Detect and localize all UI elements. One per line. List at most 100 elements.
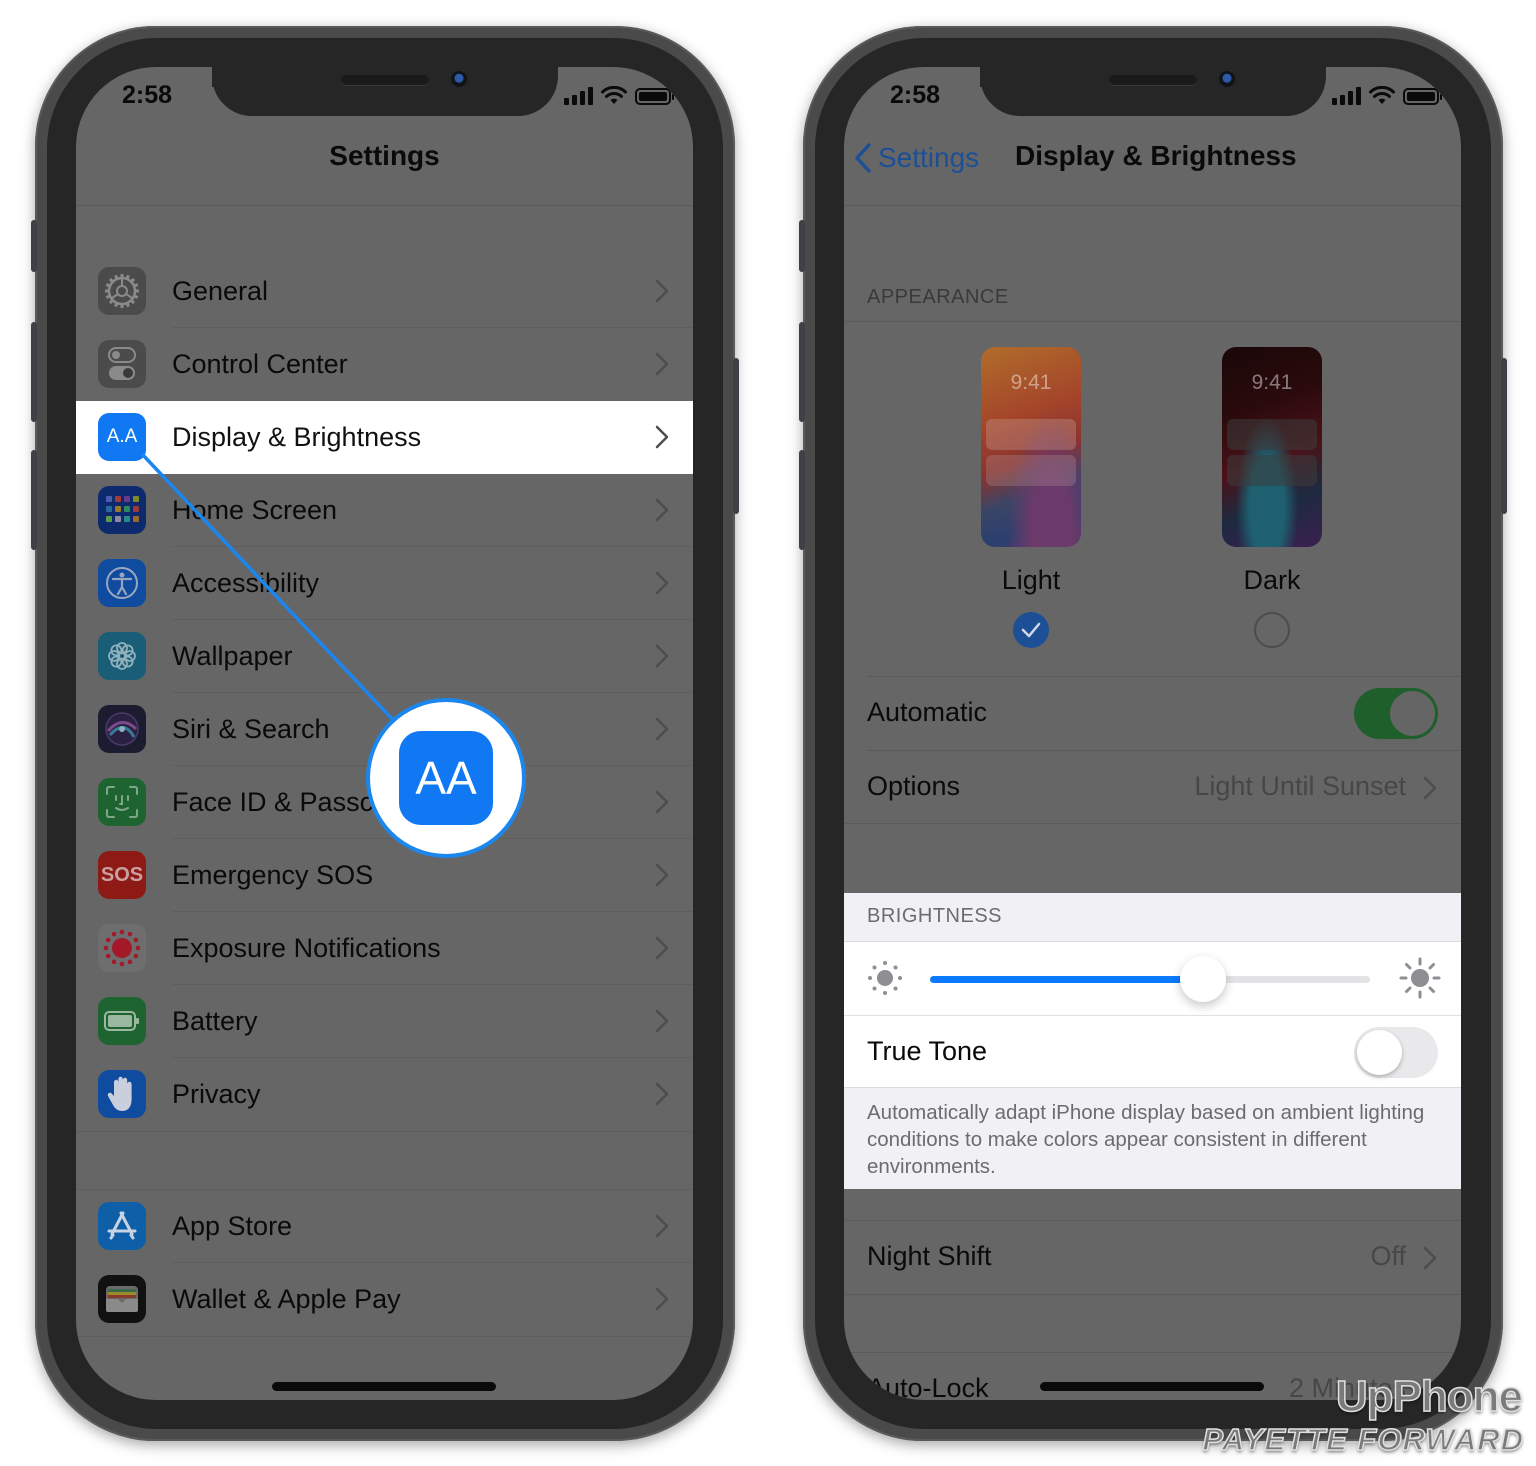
light-mode-radio[interactable] bbox=[1013, 612, 1049, 648]
settings-row-accessibility[interactable]: Accessibility bbox=[76, 547, 693, 620]
settings-row-display-brightness[interactable]: A.A Display & Brightness bbox=[76, 401, 693, 474]
settings-group-2: App Store Wallet & Apple Pay bbox=[76, 1189, 693, 1337]
settings-row-control-center[interactable]: Control Center bbox=[76, 328, 693, 401]
settings-group-1: General Control Center A.A Display & Bright… bbox=[76, 255, 693, 1132]
battery-status-icon bbox=[1403, 87, 1442, 105]
gear-icon bbox=[98, 267, 146, 315]
status-icons bbox=[1332, 85, 1442, 107]
settings-row-label: Battery bbox=[172, 1006, 258, 1036]
divider bbox=[844, 1294, 1461, 1295]
chevron-right-icon bbox=[1423, 1246, 1437, 1270]
dark-mode-label: Dark bbox=[1243, 565, 1301, 595]
wallet-icon bbox=[98, 1275, 146, 1323]
chevron-right-icon bbox=[655, 1214, 669, 1238]
home-screen-grid-icon bbox=[98, 486, 146, 534]
preview-time: 9:41 bbox=[1251, 371, 1293, 394]
app-store-icon bbox=[98, 1202, 146, 1250]
brightness-slider-thumb[interactable] bbox=[1179, 956, 1226, 1002]
back-button[interactable]: Settings bbox=[854, 142, 979, 174]
options-row[interactable]: Options Light Until Sunset bbox=[844, 751, 1461, 824]
divider bbox=[844, 321, 1461, 322]
page-title: Settings bbox=[329, 140, 440, 171]
display-brightness-icon: A.A bbox=[98, 413, 146, 461]
settings-row-privacy[interactable]: Privacy bbox=[76, 1058, 693, 1131]
toggles-icon bbox=[98, 340, 146, 388]
chevron-right-icon bbox=[655, 936, 669, 960]
settings-row-wallpaper[interactable]: Wallpaper bbox=[76, 620, 693, 693]
settings-row-label: General bbox=[172, 276, 269, 306]
front-camera bbox=[451, 71, 467, 87]
settings-row-label: App Store bbox=[172, 1211, 293, 1241]
side-button bbox=[1501, 358, 1507, 514]
chevron-right-icon bbox=[655, 863, 669, 887]
settings-row-label: Accessibility bbox=[172, 568, 320, 598]
brightness-high-icon bbox=[1399, 957, 1441, 999]
settings-row-label: Control Center bbox=[172, 349, 348, 379]
chevron-right-icon bbox=[655, 1009, 669, 1033]
true-tone-label: True Tone bbox=[867, 1036, 988, 1066]
chevron-right-icon bbox=[655, 279, 669, 303]
settings-row-battery[interactable]: Battery bbox=[76, 985, 693, 1058]
true-tone-toggle[interactable] bbox=[1354, 1027, 1438, 1078]
appearance-section-header: APPEARANCE bbox=[867, 286, 1009, 308]
settings-row-label: Exposure Notifications bbox=[172, 933, 441, 963]
options-label: Options bbox=[867, 771, 961, 801]
brightness-slider-row bbox=[844, 941, 1461, 1015]
notch bbox=[212, 67, 558, 116]
chevron-right-icon bbox=[655, 352, 669, 376]
volume-up-button bbox=[31, 322, 37, 422]
light-mode-label: Light bbox=[1001, 565, 1061, 595]
earpiece-speaker bbox=[341, 75, 429, 85]
status-time: 2:58 bbox=[122, 81, 173, 109]
chevron-right-icon bbox=[655, 1082, 669, 1106]
chevron-right-icon bbox=[655, 425, 669, 449]
preview-notification bbox=[1227, 419, 1317, 450]
watermark-upphone: UpPhone bbox=[1335, 1371, 1524, 1422]
display-brightness-icon-enlarged: AA bbox=[399, 731, 493, 825]
brightness-section-header: BRIGHTNESS bbox=[867, 905, 1003, 927]
wifi-icon bbox=[1369, 86, 1395, 104]
settings-row-label: Display & Brightness bbox=[172, 422, 422, 452]
settings-row-home-screen[interactable]: Home Screen bbox=[76, 474, 693, 547]
night-shift-row[interactable]: Night Shift Off bbox=[844, 1221, 1461, 1294]
settings-row-exposure-notifications[interactable]: Exposure Notifications bbox=[76, 912, 693, 985]
siri-icon bbox=[98, 705, 146, 753]
appearance-option-light[interactable]: 9:41 Light bbox=[981, 347, 1081, 648]
chevron-right-icon bbox=[1423, 776, 1437, 800]
true-tone-row: True Tone bbox=[844, 1015, 1461, 1088]
chevron-left-icon bbox=[855, 143, 871, 173]
brightness-section: BRIGHTNESS True Tone Automatically adapt… bbox=[844, 893, 1461, 1189]
status-icons bbox=[564, 85, 674, 107]
appearance-option-dark[interactable]: 9:41 Dark bbox=[1222, 347, 1322, 648]
volume-down-button bbox=[799, 450, 805, 550]
mute-switch bbox=[799, 220, 805, 272]
settings-row-emergency-sos[interactable]: SOS Emergency SOS bbox=[76, 839, 693, 912]
back-button-label: Settings bbox=[878, 142, 980, 173]
brightness-slider[interactable] bbox=[930, 956, 1370, 1002]
nav-bar: Settings bbox=[76, 116, 693, 206]
settings-row-label: Emergency SOS bbox=[172, 860, 374, 890]
brightness-slider-fill bbox=[930, 976, 1203, 983]
home-indicator bbox=[272, 1382, 496, 1391]
checkmark-icon bbox=[1021, 622, 1041, 638]
settings-row-general[interactable]: General bbox=[76, 255, 693, 328]
face-id-icon bbox=[98, 778, 146, 826]
settings-row-app-store[interactable]: App Store bbox=[76, 1190, 693, 1263]
night-shift-value: Off bbox=[1370, 1241, 1406, 1271]
callout-magnifier: AA bbox=[366, 698, 526, 858]
dark-mode-radio[interactable] bbox=[1254, 612, 1290, 648]
status-time: 2:58 bbox=[890, 81, 941, 109]
automatic-label: Automatic bbox=[867, 697, 988, 727]
settings-row-label: Siri & Search bbox=[172, 714, 330, 744]
right-phone: 2:58 Settings Display & Brightness APPEA… bbox=[799, 26, 1507, 1441]
settings-row-label: Wallet & Apple Pay bbox=[172, 1284, 401, 1314]
settings-row-wallet-apple-pay[interactable]: Wallet & Apple Pay bbox=[76, 1263, 693, 1336]
light-mode-preview: 9:41 bbox=[981, 347, 1081, 547]
chevron-right-icon bbox=[655, 498, 669, 522]
hand-icon bbox=[98, 1070, 146, 1118]
flower-icon bbox=[98, 632, 146, 680]
notch bbox=[980, 67, 1326, 116]
true-tone-description: Automatically adapt iPhone display based… bbox=[867, 1101, 1425, 1178]
dark-mode-preview: 9:41 bbox=[1222, 347, 1322, 547]
automatic-toggle[interactable] bbox=[1354, 688, 1438, 739]
